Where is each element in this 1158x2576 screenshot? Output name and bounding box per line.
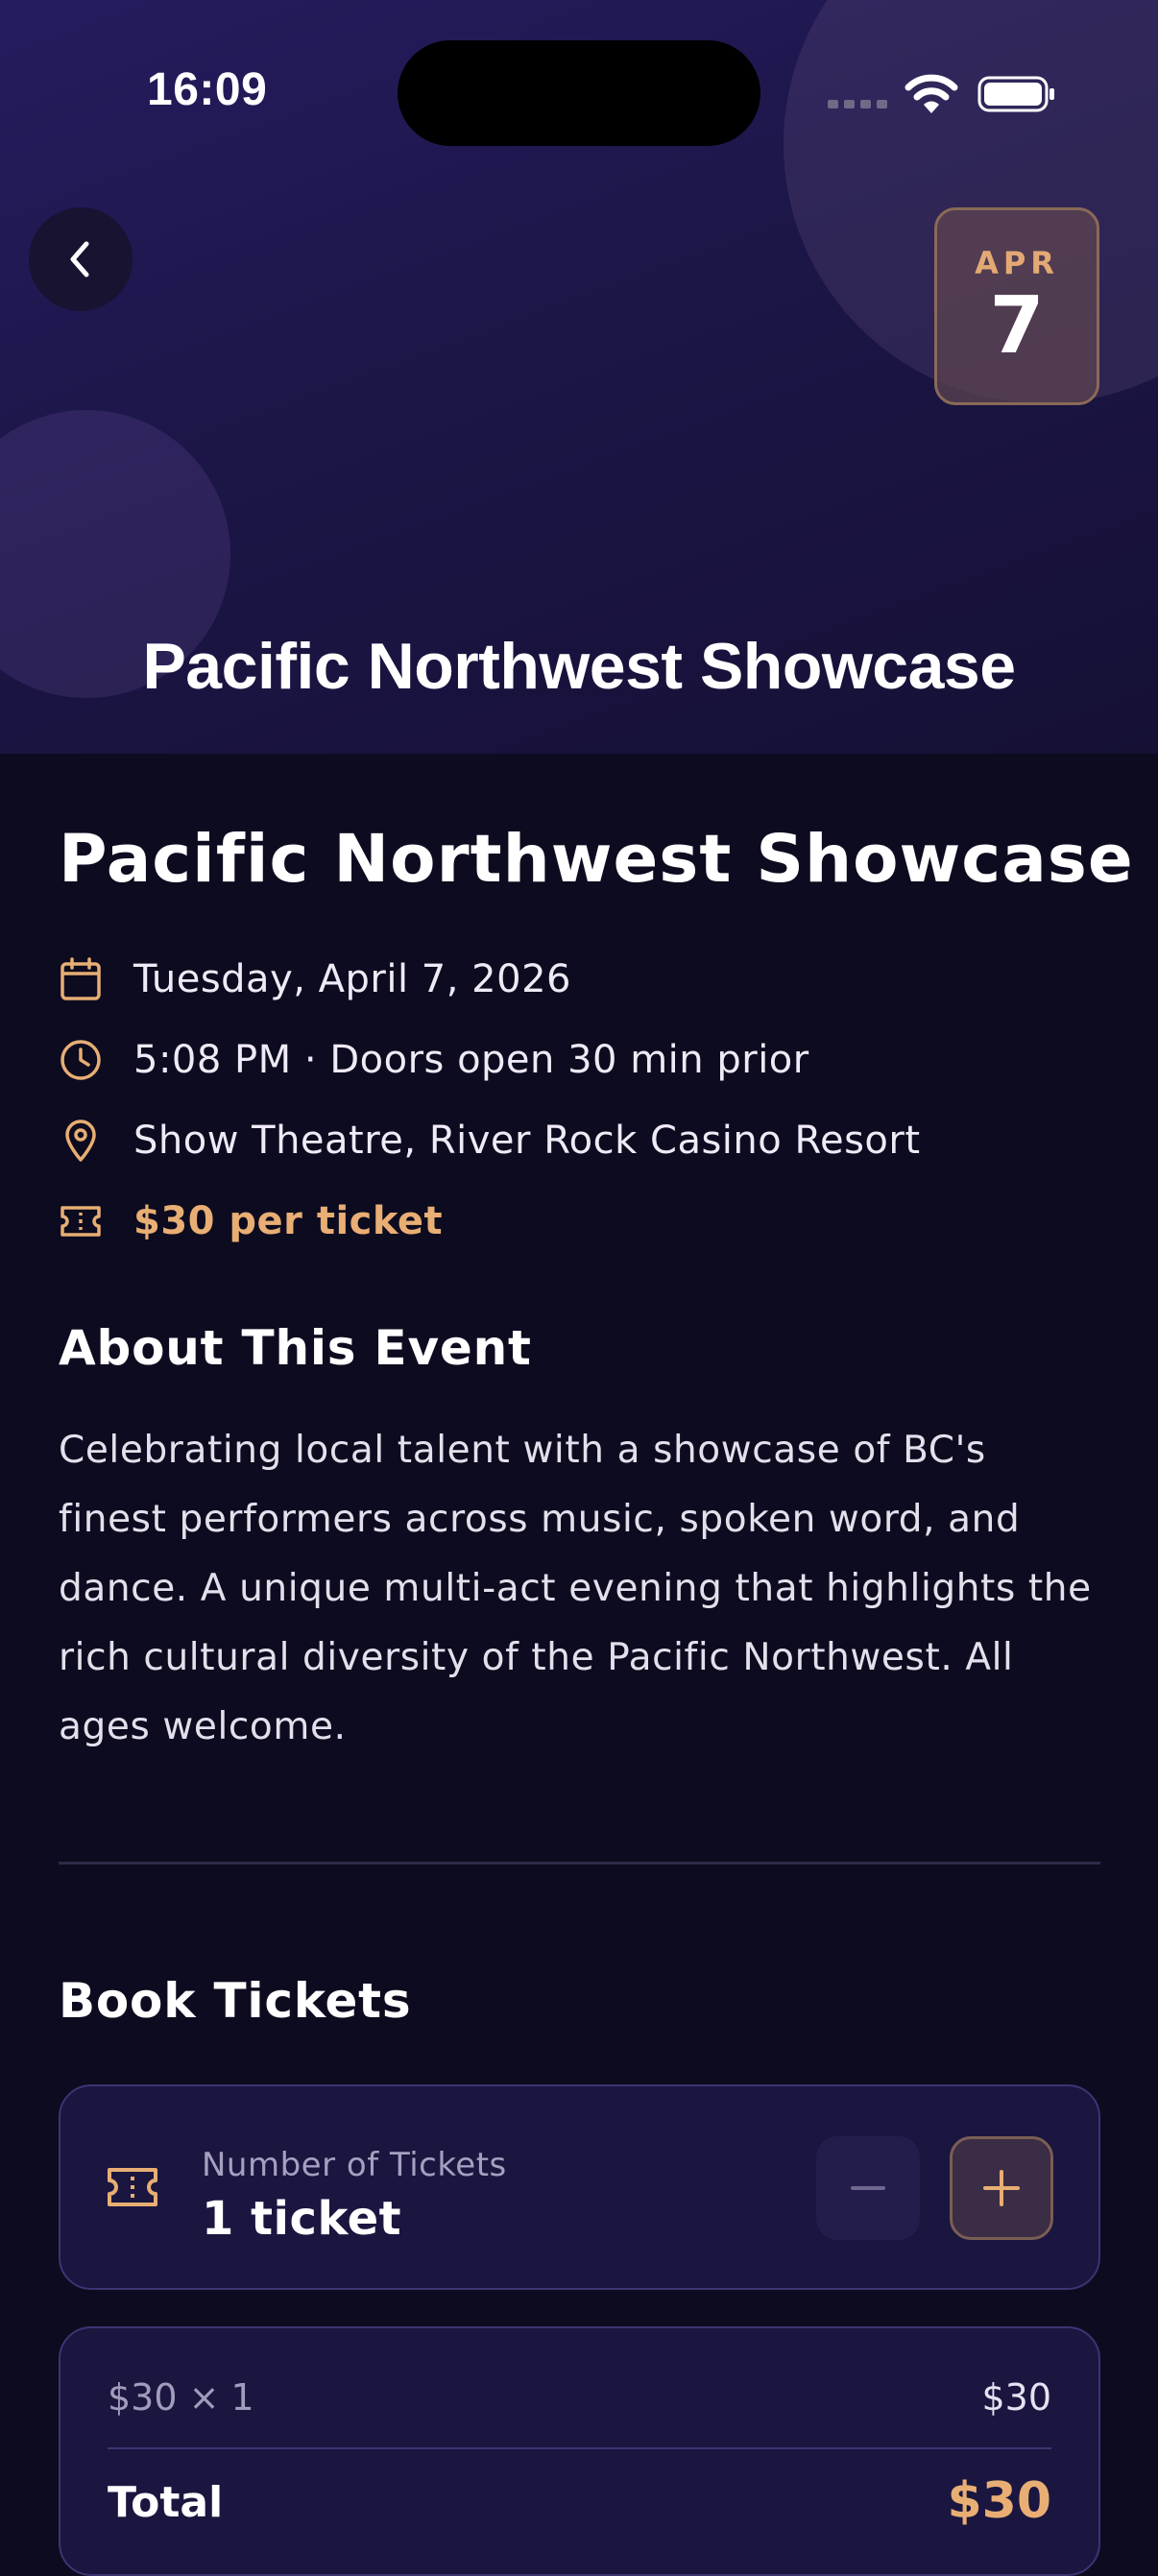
event-time-row: 5:08 PM · Doors open 30 min prior — [59, 1031, 809, 1089]
ticket-quantity-card: Number of Tickets 1 ticket — [59, 2084, 1100, 2290]
total-label: Total — [108, 2478, 224, 2527]
about-heading: About This Event — [59, 1320, 532, 1376]
minus-icon — [851, 2186, 885, 2190]
battery-icon — [977, 76, 1054, 112]
order-summary-card: $30 × 1 $30 Total $30 — [59, 2326, 1100, 2576]
date-badge-day: 7 — [989, 280, 1045, 372]
event-date: Tuesday, April 7, 2026 — [133, 957, 571, 1001]
back-button[interactable] — [29, 207, 133, 311]
hero-title: Pacific Northwest Showcase — [142, 630, 1016, 703]
status-bar-time: 16:09 — [147, 64, 268, 115]
event-venue: Show Theatre, River Rock Casino Resort — [133, 1119, 921, 1163]
event-date-badge: APR 7 — [934, 207, 1099, 405]
ticket-icon — [108, 2168, 157, 2206]
plus-icon — [983, 2170, 1020, 2206]
event-price: $30 per ticket — [133, 1199, 444, 1243]
line-item-value: $30 — [981, 2376, 1051, 2419]
ticket-quantity-label: Number of Tickets — [202, 2146, 507, 2184]
book-tickets-heading: Book Tickets — [59, 1973, 412, 2029]
event-time: 5:08 PM · Doors open 30 min prior — [133, 1038, 809, 1082]
event-date-row: Tuesday, April 7, 2026 — [59, 951, 571, 1008]
event-price-row: $30 per ticket — [59, 1192, 443, 1250]
event-hero: 16:09 APR 7 Pacific Northwest Showcase — [0, 0, 1158, 754]
event-title: Pacific Northwest Showcase — [59, 821, 1134, 898]
section-divider — [59, 1862, 1100, 1865]
decrease-tickets-button[interactable] — [816, 2136, 920, 2240]
summary-divider — [108, 2447, 1051, 2449]
cellular-signal-icon — [828, 100, 887, 109]
ticket-icon — [59, 1199, 103, 1243]
total-value: $30 — [947, 2472, 1051, 2530]
event-venue-row: Show Theatre, River Rock Casino Resort — [59, 1112, 921, 1169]
chevron-left-icon — [70, 241, 89, 277]
ticket-quantity-value: 1 ticket — [202, 2192, 402, 2246]
line-item-label: $30 × 1 — [108, 2376, 254, 2419]
increase-tickets-button[interactable] — [950, 2136, 1053, 2240]
location-pin-icon — [59, 1119, 103, 1163]
dynamic-island — [398, 40, 760, 146]
about-description: Celebrating local talent with a showcase… — [59, 1429, 1092, 1748]
wifi-icon — [905, 74, 958, 113]
date-badge-month: APR — [975, 245, 1059, 281]
calendar-icon — [59, 957, 103, 1001]
clock-icon — [59, 1038, 103, 1082]
